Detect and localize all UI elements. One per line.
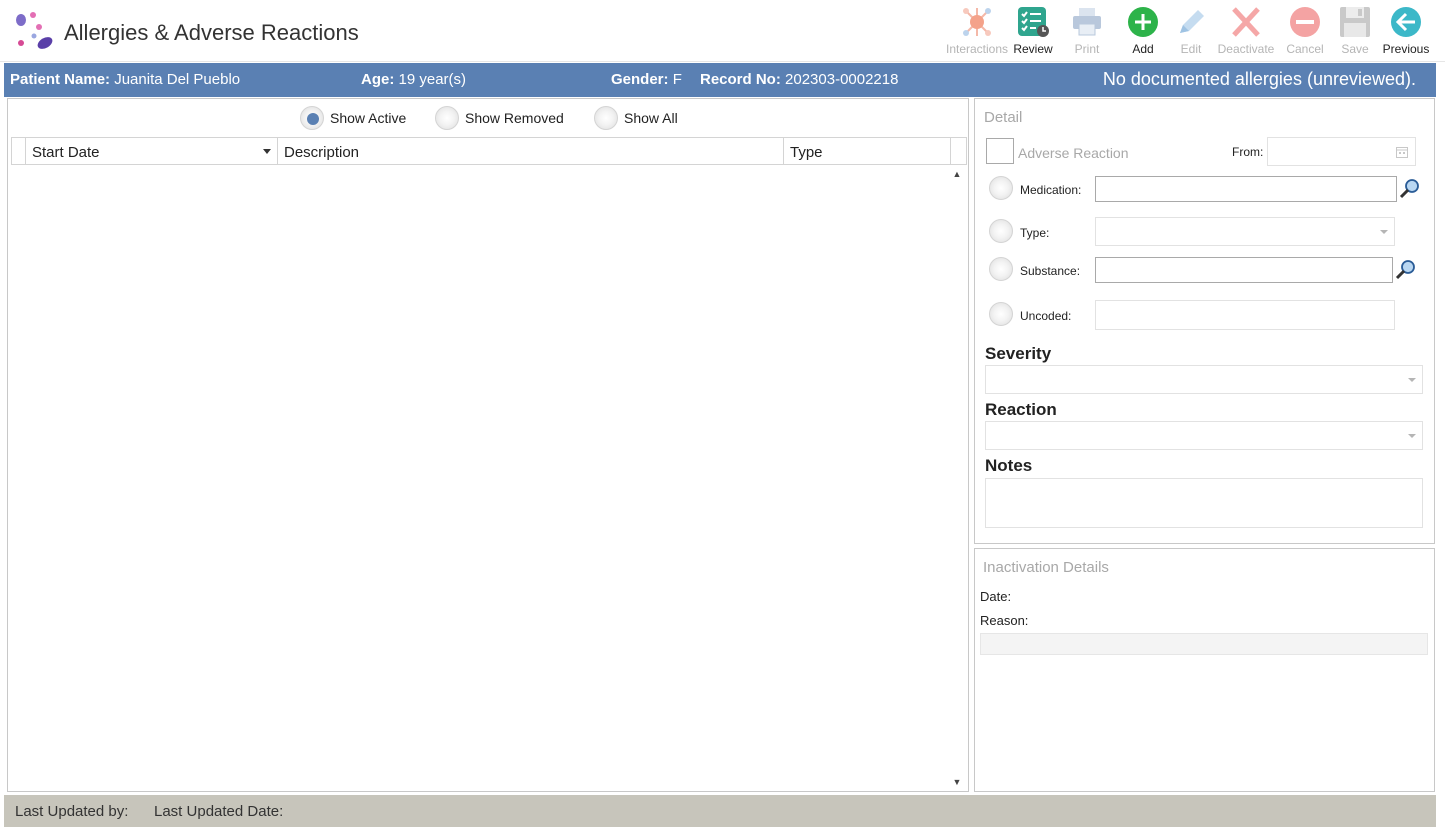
allergies-window: Allergies & Adverse Reactions Interactio… — [0, 0, 1445, 830]
interactions-icon — [963, 8, 991, 36]
deactivate-button[interactable]: Deactivate — [1215, 4, 1277, 60]
severity-label: Severity — [985, 344, 1052, 363]
start-date-header-label: Start Date — [32, 144, 100, 161]
calendar-icon — [1396, 147, 1408, 158]
last-updated-date-label: Last Updated Date: — [154, 803, 284, 820]
allergy-grid-header: Start Date Description Type — [11, 137, 967, 165]
medication-label: Medication: — [1020, 183, 1082, 197]
chevron-down-icon — [1408, 433, 1416, 438]
row-selector-header — [12, 138, 26, 164]
type-label: Type: — [1020, 226, 1050, 240]
patient-gender: Gender: F — [611, 71, 682, 88]
deactivate-label: Deactivate — [1217, 42, 1275, 56]
medication-radio[interactable] — [989, 176, 1013, 200]
header: Allergies & Adverse Reactions Interactio… — [0, 0, 1445, 62]
patient-gender-value: F — [672, 71, 682, 88]
column-header-description[interactable]: Description — [278, 138, 784, 164]
minus-circle-icon — [1290, 7, 1320, 37]
show-active-radio[interactable]: Show Active — [300, 106, 407, 130]
allergy-status-text: No documented allergies (unreviewed). — [1102, 69, 1416, 89]
from-date-field[interactable] — [1267, 137, 1416, 166]
medication-input[interactable] — [1095, 176, 1397, 202]
uncoded-input[interactable] — [1095, 300, 1395, 330]
chevron-down-icon — [1408, 377, 1416, 382]
sort-arrow-icon — [263, 149, 271, 154]
type-radio[interactable] — [989, 219, 1013, 243]
substance-label: Substance: — [1020, 264, 1081, 278]
pencil-icon — [1180, 10, 1204, 33]
show-all-label: Show All — [624, 110, 678, 126]
app-logo-icon — [16, 12, 53, 49]
notes-textarea[interactable] — [985, 478, 1423, 528]
reaction-label: Reaction — [985, 400, 1057, 419]
review-button[interactable]: Review — [1002, 4, 1064, 60]
radio-button-icon — [435, 106, 459, 130]
edit-label: Edit — [1180, 42, 1202, 56]
adverse-reaction-checkbox[interactable] — [986, 138, 1014, 164]
allergy-grid-body: ▲ ▼ — [11, 165, 967, 789]
patient-record-value: 202303-0002218 — [785, 71, 899, 88]
show-active-label: Show Active — [330, 110, 407, 126]
print-button[interactable]: Print — [1056, 4, 1118, 60]
edit-button[interactable]: Edit — [1160, 4, 1222, 60]
detail-title: Detail — [984, 109, 1023, 126]
last-updated-by-label: Last Updated by: — [15, 803, 129, 820]
chevron-down-icon — [1380, 229, 1388, 234]
print-label: Print — [1074, 42, 1100, 56]
interactions-label: Interactions — [946, 42, 1009, 56]
patient-banner: Patient Name: Juanita Del Pueblo Age: 19… — [4, 63, 1436, 97]
adverse-reaction-label: Adverse Reaction — [1018, 145, 1129, 161]
scroll-up-arrow-icon[interactable]: ▲ — [949, 167, 965, 181]
medication-search-icon[interactable] — [1399, 177, 1421, 199]
description-header-label: Description — [284, 144, 360, 161]
inactivation-date-label: Date: — [980, 589, 1012, 604]
patient-age-value: 19 year(s) — [398, 71, 467, 88]
patient-name-label: Patient Name: — [10, 71, 111, 88]
inactivation-reason-field — [980, 633, 1428, 655]
inactivation-panel: Inactivation Details Date: Reason: — [974, 548, 1435, 792]
patient-name-value: Juanita Del Pueblo — [114, 71, 241, 88]
previous-button[interactable]: Previous — [1375, 4, 1437, 60]
printer-icon — [1073, 8, 1101, 36]
substance-input[interactable] — [1095, 257, 1393, 283]
radio-button-icon — [594, 106, 618, 130]
column-header-start-date[interactable]: Start Date — [26, 138, 278, 164]
type-header-label: Type — [790, 144, 823, 161]
show-removed-radio[interactable]: Show Removed — [435, 106, 564, 130]
column-header-type[interactable]: Type — [784, 138, 951, 164]
show-removed-label: Show Removed — [465, 110, 564, 126]
page-title: Allergies & Adverse Reactions — [64, 20, 359, 45]
inactivation-title: Inactivation Details — [983, 559, 1109, 576]
allergy-list-panel: Show Active Show Removed Show All Start … — [7, 98, 969, 792]
substance-search-icon[interactable] — [1395, 258, 1417, 280]
inactivation-reason-label: Reason: — [980, 613, 1029, 628]
arrow-left-circle-icon — [1391, 7, 1421, 37]
from-label: From: — [1232, 145, 1264, 159]
detail-panel: Detail Adverse Reaction From: Medication… — [974, 98, 1435, 544]
status-footer: Last Updated by: Last Updated Date: — [4, 795, 1436, 827]
patient-record: Record No: 202303-0002218 — [700, 71, 898, 88]
show-all-radio[interactable]: Show All — [594, 106, 678, 130]
scroll-down-arrow-icon[interactable]: ▼ — [949, 775, 965, 789]
patient-record-label: Record No: — [700, 71, 781, 88]
uncoded-radio[interactable] — [989, 302, 1013, 326]
substance-radio[interactable] — [989, 257, 1013, 281]
floppy-disk-icon — [1340, 7, 1370, 37]
patient-age: Age: 19 year(s) — [361, 71, 466, 88]
patient-gender-label: Gender: — [611, 71, 669, 88]
radio-button-icon — [300, 106, 324, 130]
reaction-select[interactable] — [985, 421, 1423, 450]
review-checklist-icon — [1018, 7, 1049, 37]
severity-select[interactable] — [985, 365, 1423, 394]
plus-circle-icon — [1128, 7, 1158, 37]
type-select[interactable] — [1095, 217, 1395, 246]
patient-name: Patient Name: Juanita Del Pueblo — [10, 71, 240, 88]
uncoded-label: Uncoded: — [1020, 309, 1072, 323]
patient-age-label: Age: — [361, 71, 395, 88]
x-mark-icon — [1232, 7, 1260, 37]
interactions-button[interactable]: Interactions — [946, 4, 1008, 60]
previous-label: Previous — [1382, 42, 1430, 56]
notes-label: Notes — [985, 456, 1033, 475]
review-label: Review — [1013, 42, 1053, 56]
